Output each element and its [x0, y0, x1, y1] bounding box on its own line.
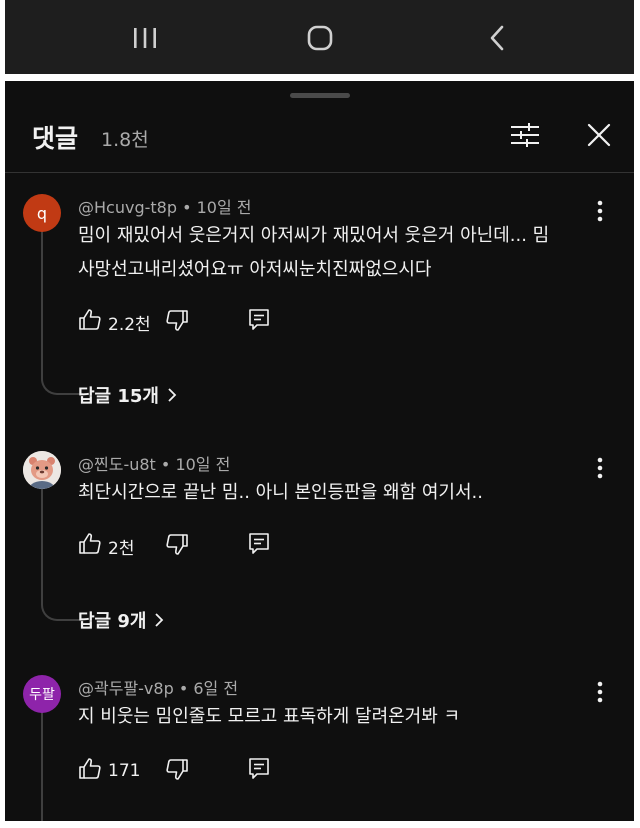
comment-actions: 2천	[78, 531, 378, 561]
comment-icon	[248, 532, 270, 560]
replies-label: 답글 15개	[78, 386, 159, 407]
comment-author[interactable]: @Hcuvg-t8p	[78, 198, 177, 217]
meta-separator: •	[182, 198, 197, 217]
dislike-button[interactable]	[165, 307, 189, 337]
recent-apps-icon[interactable]	[125, 18, 165, 58]
comment-meta: @곽두팔-v8p • 6일 전	[78, 675, 238, 699]
like-count: 2천	[108, 538, 135, 559]
like-count: 2.2천	[108, 314, 151, 335]
thumbs-down-icon	[165, 532, 189, 560]
comment-text: 지 비웃는 밈인줄도 모르고 표독하게 달려온거봐 ㅋ	[78, 706, 461, 727]
filter-sliders-icon[interactable]	[507, 119, 543, 151]
avatar[interactable]: q	[23, 194, 61, 232]
thumbs-up-icon	[78, 532, 102, 560]
panel-title: 댓글	[32, 124, 79, 153]
comment-item: 두팔 @곽두팔-v8p • 6일 전 지 비웃는 밈인줄도 모르고 표독하게 달…	[5, 675, 634, 795]
comment-author[interactable]: @곽두팔-v8p	[78, 679, 174, 698]
avatar-initial: 두팔	[29, 687, 55, 703]
home-icon[interactable]	[300, 18, 340, 58]
dislike-button[interactable]	[165, 756, 189, 786]
like-button[interactable]: 2천	[78, 531, 134, 561]
like-button[interactable]: 2.2천	[78, 307, 151, 337]
comment-actions: 2.2천	[78, 307, 378, 337]
drag-handle[interactable]	[290, 93, 350, 98]
avatar[interactable]	[23, 451, 61, 489]
comment-text: 밈이 재밌어서 웃은거지 아저씨가 재밌어서 웃은거 아닌데... 밈 사망선고…	[78, 225, 550, 280]
like-button[interactable]: 171	[78, 756, 140, 786]
thumbs-up-icon	[78, 308, 102, 336]
comment-text: 최단시간으로 끝난 밈.. 아니 본인등판을 왜함 여기서..	[78, 482, 483, 503]
comment-actions: 171	[78, 756, 378, 786]
comment-meta: @찐도-u8t • 10일 전	[78, 451, 230, 475]
comment-author[interactable]: @찐도-u8t	[78, 455, 156, 474]
thumbs-down-icon	[165, 308, 189, 336]
reply-button[interactable]	[248, 307, 270, 337]
comment-icon	[248, 757, 270, 785]
view-replies-button[interactable]: 답글 9개	[78, 605, 164, 635]
replies-label: 답글 9개	[78, 611, 147, 632]
comment-time: 10일 전	[175, 455, 231, 474]
system-navigation-bar	[5, 0, 634, 74]
thumbs-down-icon	[165, 757, 189, 785]
chevron-right-icon	[167, 387, 177, 403]
reply-button[interactable]	[248, 531, 270, 561]
character-avatar-icon	[23, 451, 61, 489]
chevron-right-icon	[154, 612, 164, 628]
back-icon[interactable]	[477, 18, 517, 58]
comment-item: @찐도-u8t • 10일 전 최단시간으로 끝난 밈.. 아니 본인등판을 왜…	[5, 451, 634, 571]
meta-separator: •	[178, 679, 194, 698]
avatar[interactable]: 두팔	[23, 675, 61, 713]
avatar-initial: q	[36, 203, 48, 223]
thumbs-up-icon	[78, 757, 102, 785]
comments-panel: 댓글 1.8천 q @Hcuvg-t8p • 10일 전 밈이 재밌어서 웃은거…	[5, 81, 634, 821]
comment-time: 10일 전	[196, 198, 252, 217]
comment-time: 6일 전	[193, 679, 239, 698]
comment-icon	[248, 308, 270, 336]
like-count: 171	[108, 761, 141, 781]
close-icon[interactable]	[583, 119, 615, 151]
comment-meta: @Hcuvg-t8p • 10일 전	[78, 194, 252, 218]
reply-button[interactable]	[248, 756, 270, 786]
dislike-button[interactable]	[165, 531, 189, 561]
view-replies-button[interactable]: 답글 15개	[78, 380, 177, 410]
meta-separator: •	[160, 455, 176, 474]
header-divider	[5, 172, 634, 173]
comment-count: 1.8천	[101, 129, 149, 151]
